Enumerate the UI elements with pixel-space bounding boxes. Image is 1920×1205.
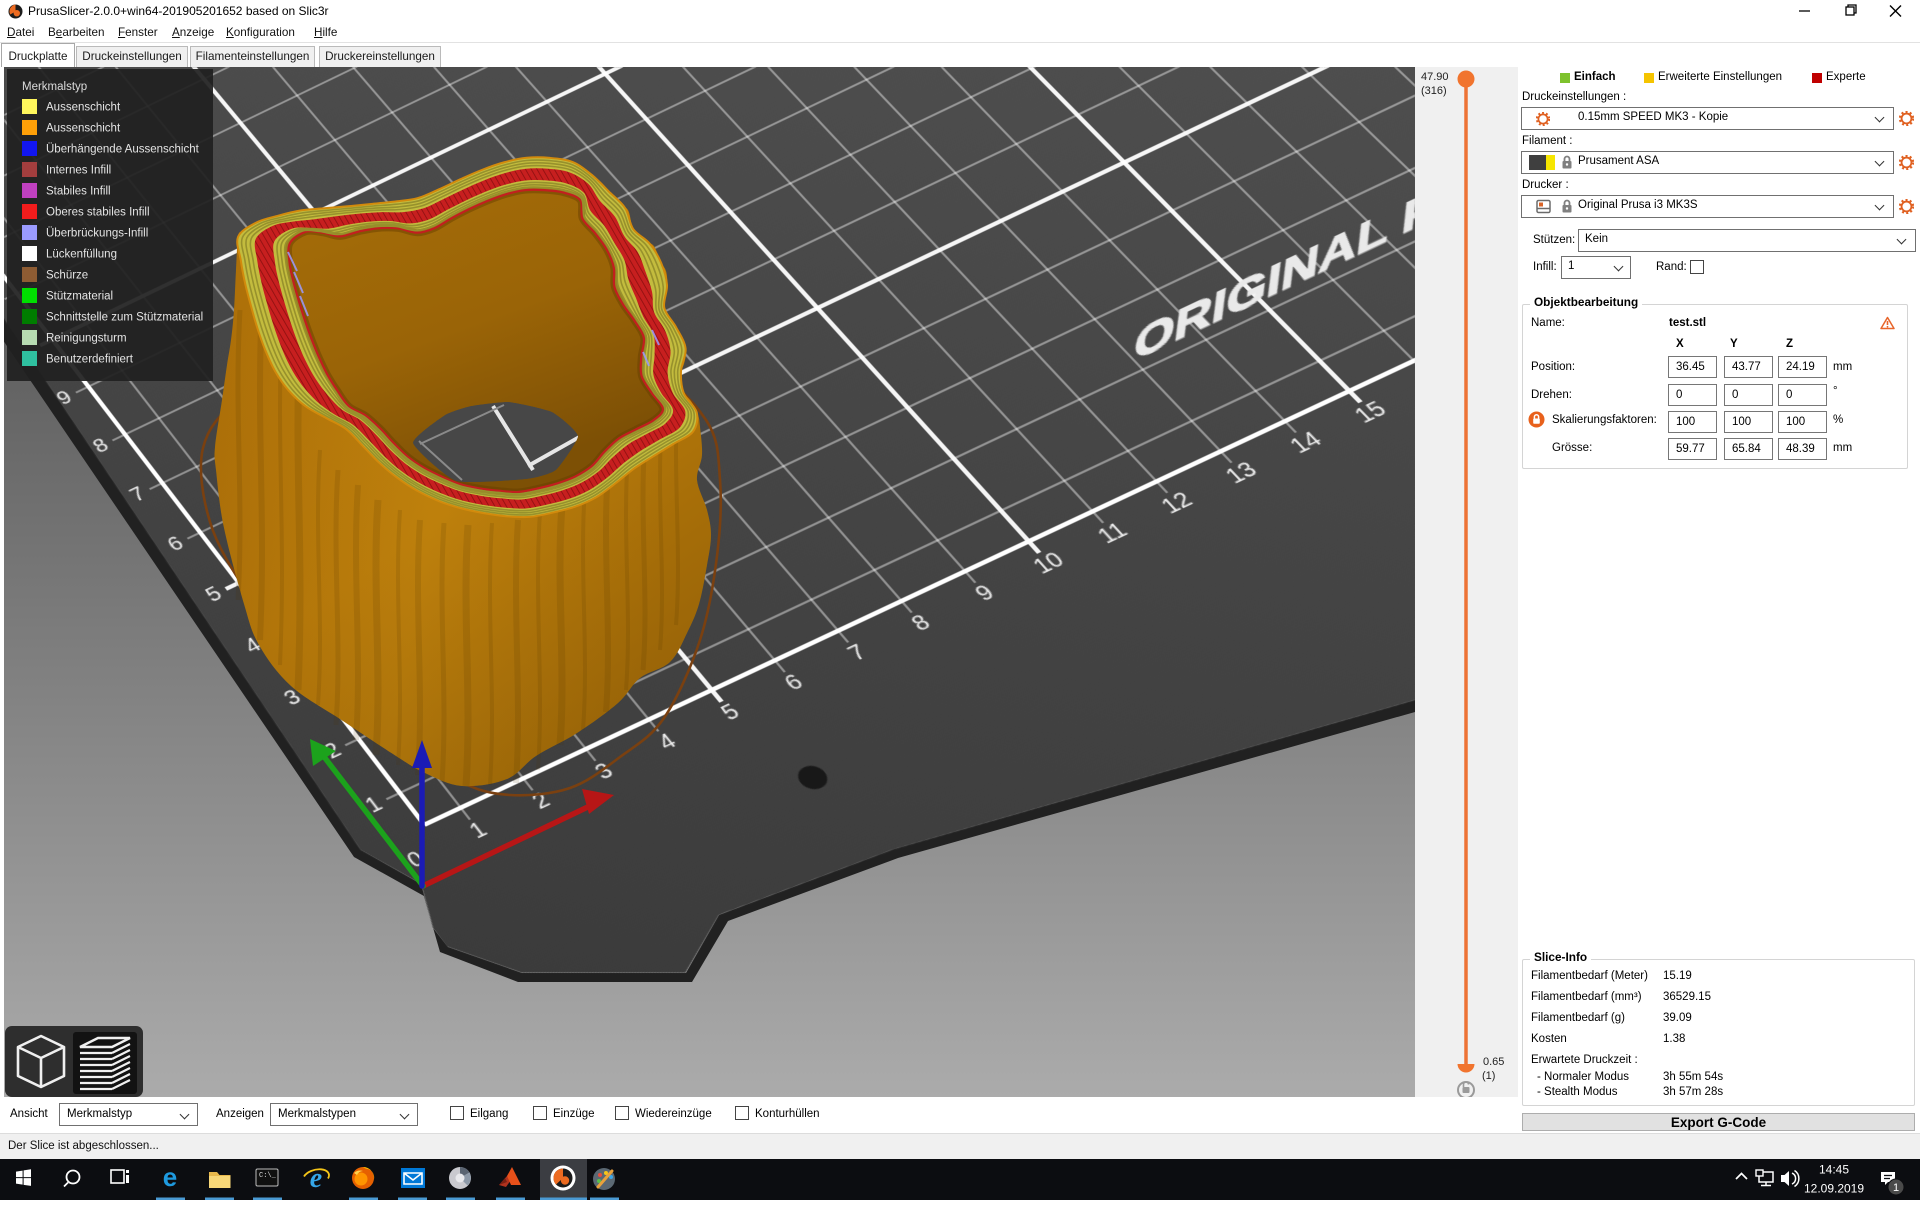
svg-text:1: 1 xyxy=(1893,1182,1899,1194)
svg-text:C:\_: C:\_ xyxy=(259,1172,277,1180)
svg-text:12.09.2019: 12.09.2019 xyxy=(1804,1182,1864,1196)
svg-text:e: e xyxy=(310,1163,322,1194)
svg-text:14:45: 14:45 xyxy=(1819,1163,1849,1177)
svg-text:e: e xyxy=(163,1162,177,1192)
